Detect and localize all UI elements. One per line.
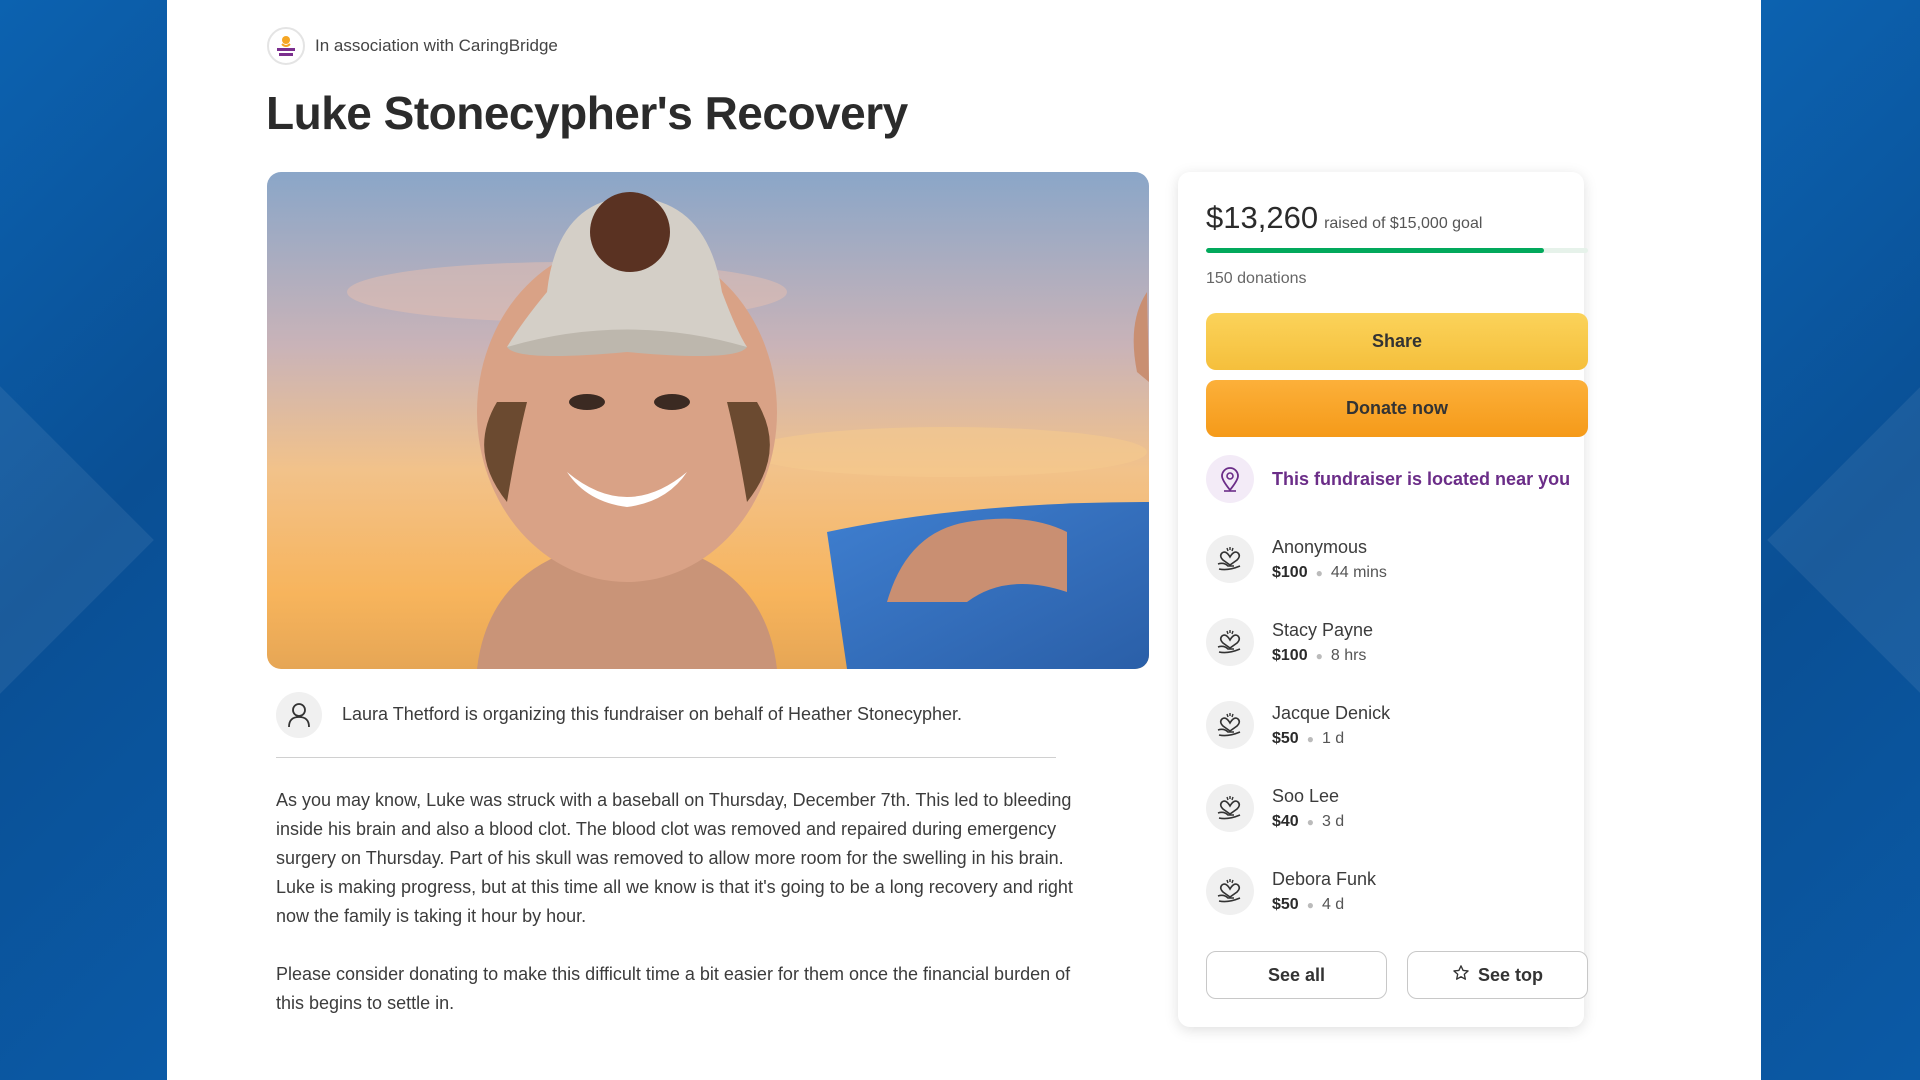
story-paragraph: Luke is making progress, but at this tim…	[276, 877, 1073, 926]
separator-dot: ●	[1306, 731, 1314, 746]
heart-hands-icon	[1206, 618, 1254, 666]
separator-dot: ●	[1315, 565, 1323, 580]
donor-name: Jacque Denick	[1272, 702, 1391, 723]
see-all-label: See all	[1267, 964, 1326, 985]
donor-meta: $50 ● 4 d	[1272, 896, 1376, 914]
donor-name: Debora Funk	[1272, 868, 1377, 889]
donor-meta: $100 ● 8 hrs	[1272, 647, 1373, 665]
donor-time: 1 d	[1321, 729, 1345, 747]
donation-card: $13,260 raised of $15,000 goal 150 donat…	[1178, 172, 1588, 1027]
raised-amount: $13,260	[1206, 200, 1319, 235]
association-text: In association with CaringBridge	[315, 36, 558, 55]
donor-item: Debora Funk $50 ● 4 d	[1206, 867, 1376, 915]
donor-time: 3 d	[1321, 812, 1345, 830]
background-right	[1761, 0, 1920, 1080]
donate-now-button[interactable]: Donate now	[1206, 380, 1588, 437]
see-top-label: See top	[1477, 964, 1543, 985]
donor-item: Stacy Payne $100 ● 8 hrs	[1206, 618, 1373, 666]
progress-fill	[1206, 248, 1544, 253]
donor-meta: $40 ● 3 d	[1272, 813, 1344, 831]
page-title: Luke Stonecypher's Recovery	[266, 87, 908, 139]
donor-info: Debora Funk $50 ● 4 d	[1272, 869, 1376, 914]
donor-time: 4 d	[1321, 895, 1345, 913]
donor-time: 44 mins	[1330, 563, 1387, 581]
donor-name: Stacy Payne	[1272, 619, 1374, 640]
donor-amount: $100	[1272, 563, 1308, 581]
star-icon	[1452, 964, 1470, 987]
association-banner: In association with CaringBridge	[267, 27, 558, 65]
donor-info: Soo Lee $40 ● 3 d	[1272, 786, 1344, 831]
near-you-text: This fundraiser is located near you	[1272, 468, 1571, 489]
donor-meta: $100 ● 44 mins	[1272, 564, 1387, 582]
donor-amount: $40	[1272, 812, 1299, 830]
donor-amount: $100	[1272, 646, 1308, 664]
organizer-text: Laura Thetford is organizing this fundra…	[342, 704, 963, 724]
donor-item: Soo Lee $40 ● 3 d	[1206, 784, 1344, 832]
background-diamond	[1767, 356, 1920, 724]
heart-hands-icon	[1206, 784, 1254, 832]
location-pin-icon	[1206, 455, 1254, 503]
donations-count: 150 donations	[1206, 270, 1307, 287]
fundraiser-page: In association with CaringBridge Luke St…	[167, 0, 1761, 1080]
see-top-button[interactable]: See top	[1407, 951, 1588, 999]
raised-goal: raised of $15,000 goal	[1324, 215, 1483, 232]
share-button[interactable]: Share	[1206, 313, 1588, 370]
donor-name: Anonymous	[1272, 536, 1368, 557]
background-diamond	[0, 356, 154, 724]
donor-amount: $50	[1272, 895, 1299, 913]
donor-item: Jacque Denick $50 ● 1 d	[1206, 701, 1390, 749]
caringbridge-logo[interactable]	[267, 27, 305, 65]
donor-time: 8 hrs	[1330, 646, 1367, 664]
heart-hands-icon	[1206, 701, 1254, 749]
story-paragraph: As you may know, Luke was struck with a …	[276, 790, 1072, 868]
story-paragraph: Please consider donating to make this di…	[276, 964, 1071, 1013]
separator-dot: ●	[1306, 897, 1314, 912]
donor-item: Anonymous $100 ● 44 mins	[1206, 535, 1387, 583]
heart-hands-icon	[1206, 867, 1254, 915]
story-text: As you may know, Luke was struck with a …	[276, 786, 1076, 1018]
donor-info: Anonymous $100 ● 44 mins	[1272, 537, 1387, 582]
separator-dot: ●	[1306, 814, 1314, 829]
see-all-button[interactable]: See all	[1206, 951, 1387, 999]
background-left	[0, 0, 167, 1080]
donor-info: Jacque Denick $50 ● 1 d	[1272, 703, 1390, 748]
near-you-notice: This fundraiser is located near you	[1206, 455, 1570, 503]
organizer-row: Laura Thetford is organizing this fundra…	[276, 690, 1056, 758]
heart-hands-icon	[1206, 535, 1254, 583]
donor-meta: $50 ● 1 d	[1272, 730, 1390, 748]
donor-amount: $50	[1272, 729, 1299, 747]
hero-photo	[267, 172, 1149, 669]
raised-summary: $13,260 raised of $15,000 goal	[1206, 200, 1482, 236]
progress-bar	[1206, 248, 1588, 253]
donor-name: Soo Lee	[1272, 785, 1340, 806]
separator-dot: ●	[1315, 648, 1323, 663]
person-icon	[276, 691, 322, 738]
donor-info: Stacy Payne $100 ● 8 hrs	[1272, 620, 1373, 665]
